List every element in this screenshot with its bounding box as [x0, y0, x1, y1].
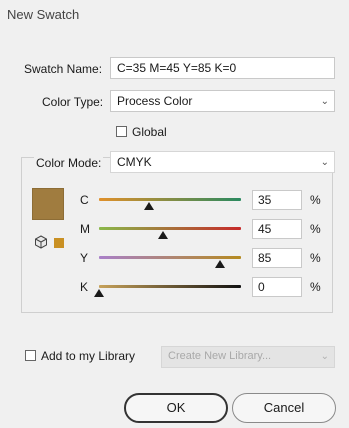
channel-value-input-k[interactable]: 0 — [252, 277, 302, 297]
gamut-swatch[interactable] — [54, 238, 64, 248]
color-mode-value: CMYK — [117, 155, 152, 169]
chevron-down-icon: ⌄ — [320, 96, 329, 107]
channel-value-input-c[interactable]: 35 — [252, 190, 302, 210]
slider-thumb-m[interactable] — [157, 231, 168, 239]
channel-value-input-m[interactable]: 45 — [252, 219, 302, 239]
channel-label-k: K — [80, 280, 89, 294]
slider-track-c[interactable] — [99, 198, 241, 201]
dialog-title: New Swatch — [7, 7, 80, 22]
swatch-name-label: Swatch Name: — [24, 62, 103, 76]
percent-sign: % — [310, 222, 321, 236]
percent-sign: % — [310, 280, 321, 294]
color-mode-label: Color Mode: — [34, 156, 104, 170]
channel-value-input-y[interactable]: 85 — [252, 248, 302, 268]
color-swatch-preview — [32, 188, 64, 220]
library-select: Create New Library... ⌄ — [161, 346, 335, 368]
channel-label-c: C — [80, 193, 89, 207]
slider-track-y[interactable] — [99, 256, 241, 259]
color-mode-select[interactable]: CMYK ⌄ — [110, 151, 335, 173]
color-type-select[interactable]: Process Color ⌄ — [110, 90, 335, 112]
color-type-value: Process Color — [117, 94, 193, 108]
channel-label-m: M — [80, 222, 90, 236]
global-label: Global — [132, 125, 167, 139]
chevron-down-icon: ⌄ — [320, 351, 329, 362]
percent-sign: % — [310, 251, 321, 265]
cube-icon[interactable] — [34, 235, 48, 252]
slider-thumb-k[interactable] — [94, 289, 104, 297]
global-checkbox[interactable] — [116, 126, 127, 137]
cancel-button[interactable]: Cancel — [232, 393, 336, 423]
slider-track-k[interactable] — [99, 285, 241, 288]
add-to-library-checkbox[interactable] — [25, 350, 36, 361]
slider-thumb-c[interactable] — [143, 202, 154, 210]
library-select-value: Create New Library... — [168, 350, 272, 362]
color-type-label: Color Type: — [42, 95, 104, 109]
percent-sign: % — [310, 193, 321, 207]
swatch-name-input[interactable]: C=35 M=45 Y=85 K=0 — [110, 57, 335, 79]
add-to-library-label: Add to my Library — [41, 349, 136, 363]
ok-button[interactable]: OK — [124, 393, 228, 423]
chevron-down-icon: ⌄ — [320, 157, 329, 168]
slider-track-m[interactable] — [99, 227, 241, 230]
channel-label-y: Y — [80, 251, 89, 265]
slider-thumb-y[interactable] — [214, 260, 225, 268]
